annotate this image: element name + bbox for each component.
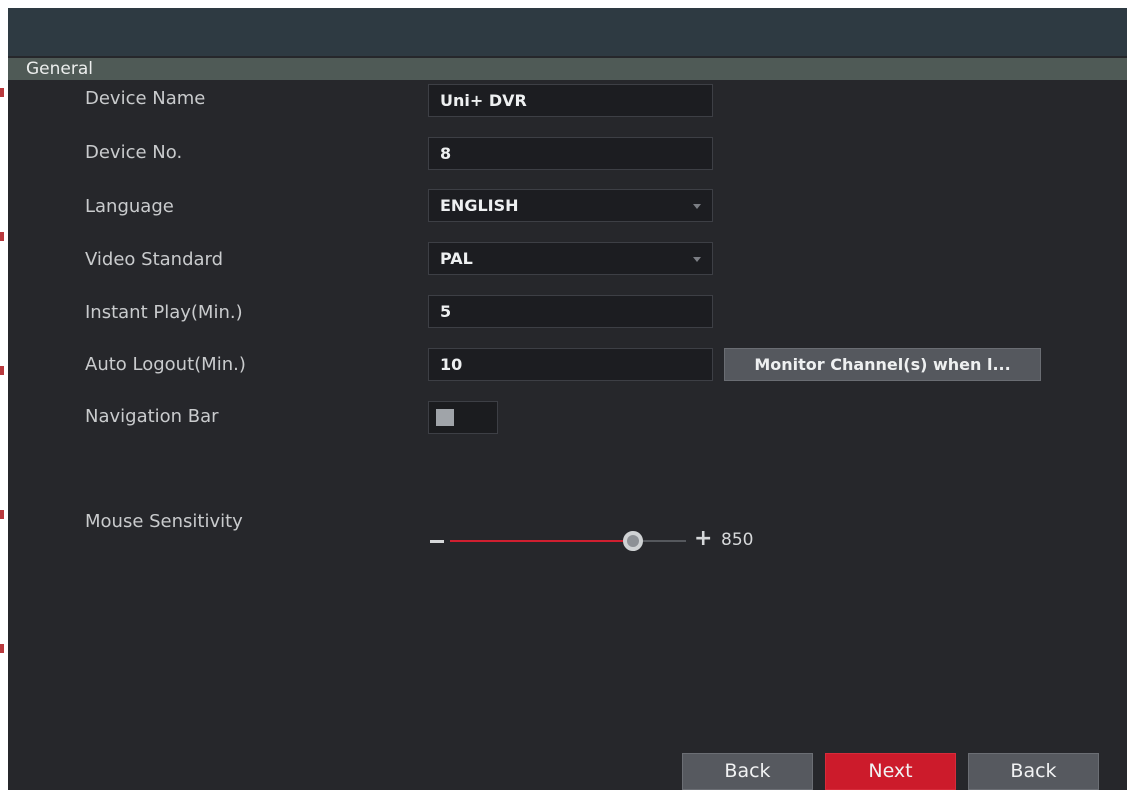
edge-mark xyxy=(0,366,4,375)
edge-mark xyxy=(0,88,4,97)
toggle-knob xyxy=(436,409,454,426)
back-button-secondary[interactable]: Back xyxy=(968,753,1099,790)
instant-play-label: Instant Play(Min.) xyxy=(85,302,243,323)
device-name-input[interactable]: Uni+ DVR xyxy=(428,84,713,117)
slider-fill xyxy=(450,540,630,542)
section-title: General xyxy=(26,59,93,79)
caret-down-icon xyxy=(693,204,701,209)
edge-mark xyxy=(0,232,4,241)
edge-mark xyxy=(0,510,4,519)
settings-window: General Device Name Uni+ DVR Device No. … xyxy=(8,8,1127,790)
auto-logout-label: Auto Logout(Min.) xyxy=(85,354,246,375)
mouse-sensitivity-value: 850 xyxy=(721,530,754,550)
back-button[interactable]: Back xyxy=(682,753,813,790)
caret-down-icon xyxy=(693,257,701,262)
section-header: General xyxy=(8,58,1127,80)
edge-mark xyxy=(0,644,4,653)
top-bar xyxy=(8,8,1127,56)
device-name-label: Device Name xyxy=(85,88,206,109)
slider-plus-icon[interactable]: + xyxy=(694,527,712,551)
device-no-input[interactable]: 8 xyxy=(428,137,713,170)
slider-thumb[interactable] xyxy=(623,531,643,551)
video-standard-select[interactable]: PAL xyxy=(428,242,713,275)
mouse-sensitivity-label: Mouse Sensitivity xyxy=(85,511,243,532)
language-value: ENGLISH xyxy=(440,196,519,215)
instant-play-input[interactable]: 5 xyxy=(428,295,713,328)
language-label: Language xyxy=(85,196,174,217)
language-select[interactable]: ENGLISH xyxy=(428,189,713,222)
slider-track[interactable] xyxy=(640,540,686,542)
navigation-bar-label: Navigation Bar xyxy=(85,406,219,427)
navigation-bar-toggle[interactable] xyxy=(428,401,498,434)
slider-minus-icon[interactable] xyxy=(430,540,444,543)
monitor-channels-button[interactable]: Monitor Channel(s) when l... xyxy=(724,348,1041,381)
device-no-label: Device No. xyxy=(85,142,183,163)
video-standard-label: Video Standard xyxy=(85,249,224,270)
video-standard-value: PAL xyxy=(440,249,473,268)
next-button[interactable]: Next xyxy=(825,753,956,790)
auto-logout-input[interactable]: 10 xyxy=(428,348,713,381)
